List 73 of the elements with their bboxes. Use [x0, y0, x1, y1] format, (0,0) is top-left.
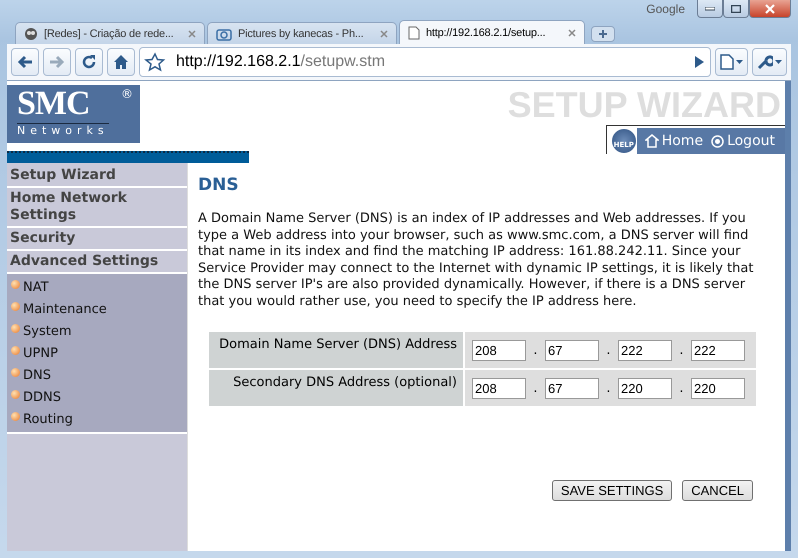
minimize-icon [705, 6, 715, 10]
close-icon[interactable] [188, 30, 196, 38]
close-button[interactable] [749, 0, 791, 18]
close-icon[interactable] [380, 30, 388, 38]
submenu-item[interactable]: NAT [7, 276, 187, 298]
submenu-item[interactable]: System [7, 320, 187, 342]
octet-separator: . [605, 380, 612, 396]
sidebar-item[interactable]: Home Network Settings [7, 188, 187, 228]
browser-tab[interactable]: Pictures by kanecas - Ph... [207, 22, 397, 44]
sidebar-item[interactable]: Advanced Settings [7, 251, 187, 274]
home-icon [644, 134, 659, 148]
octet-separator: . [678, 342, 685, 358]
browser-tab[interactable]: [Redes] - Criação de rede... [15, 22, 205, 44]
minimize-button[interactable] [697, 0, 723, 18]
submenu-item[interactable]: UPNP [7, 342, 187, 364]
company-logo: SMC ® Networks [7, 85, 140, 143]
section-heading: DNS [198, 175, 240, 195]
camera-icon [216, 26, 232, 40]
bullet-icon [11, 412, 20, 420]
plus-icon [598, 29, 608, 39]
octet-separator: . [605, 342, 612, 358]
octet-separator: . [678, 380, 685, 396]
page-menu-button[interactable] [715, 48, 748, 76]
new-tab-button[interactable] [591, 26, 615, 42]
reload-icon [81, 54, 97, 70]
octet-input[interactable]: 222 [618, 340, 672, 360]
octet-input[interactable]: 220 [618, 378, 672, 398]
reload-button[interactable] [75, 48, 103, 76]
home-button[interactable] [107, 48, 135, 76]
submenu-item[interactable]: DDNS [7, 386, 187, 408]
bullet-icon [11, 280, 20, 288]
submenu-item[interactable]: Routing [7, 408, 187, 430]
octet-separator: . [532, 342, 539, 358]
wrench-icon [757, 54, 773, 70]
octet-input[interactable]: 67 [545, 378, 599, 398]
octet-input[interactable]: 220 [691, 378, 745, 398]
octet-input[interactable]: 67 [545, 340, 599, 360]
bullet-icon [11, 368, 20, 376]
cancel-button[interactable]: CANCEL [682, 480, 753, 501]
home-icon [113, 54, 129, 70]
caret-icon [736, 60, 743, 64]
sidebar-item[interactable]: Setup Wizard [7, 165, 187, 188]
close-icon [765, 4, 775, 14]
nav-link[interactable]: Logout [711, 133, 775, 149]
back-button[interactable] [11, 48, 39, 76]
field-label: Domain Name Server (DNS) Address [209, 332, 463, 368]
page-icon [408, 26, 420, 40]
bullet-icon [11, 390, 20, 398]
submenu-item[interactable]: DNS [7, 364, 187, 386]
field-label: Secondary DNS Address (optional) [209, 370, 463, 406]
bullet-icon [11, 302, 20, 310]
page-icon [720, 54, 734, 70]
octet-separator: . [532, 380, 539, 396]
octet-input[interactable]: 208 [472, 340, 526, 360]
close-icon[interactable] [568, 28, 576, 36]
maximize-button[interactable] [723, 0, 749, 18]
bullet-icon [11, 346, 20, 354]
octet-input[interactable]: 208 [472, 378, 526, 398]
sidebar-item[interactable]: Security [7, 228, 187, 251]
save-button[interactable]: SAVE SETTINGS [552, 480, 672, 501]
browser-brand: Google [646, 2, 685, 16]
wrench-button[interactable] [752, 48, 787, 76]
submenu-item[interactable]: Maintenance [7, 298, 187, 320]
ring-icon [711, 134, 724, 148]
bullet-icon [11, 324, 20, 332]
maximize-icon [731, 4, 741, 12]
browser-tab[interactable]: http://192.168.2.1/setup... [399, 20, 585, 44]
description-text: A Domain Name Server (DNS) is an index of IP addresses and Web addresses. If you type a Web address into your browser, such as www.smc.com, a DNS server will find that name in its index and find the matching IP address: 161.88.242.11. Since your Service Provider may connect to the Internet with dynamic IP settings, it is likely that the DNS server IP's are also provided dynamically. However, if there is a DNS server that you would rather use, you need to specify the IP address here. [198, 211, 754, 310]
forward-arrow-icon [49, 55, 65, 69]
octet-input[interactable]: 222 [691, 340, 745, 360]
nav-link[interactable]: Home [644, 133, 704, 149]
caret-icon [775, 60, 782, 64]
back-arrow-icon [17, 55, 33, 69]
